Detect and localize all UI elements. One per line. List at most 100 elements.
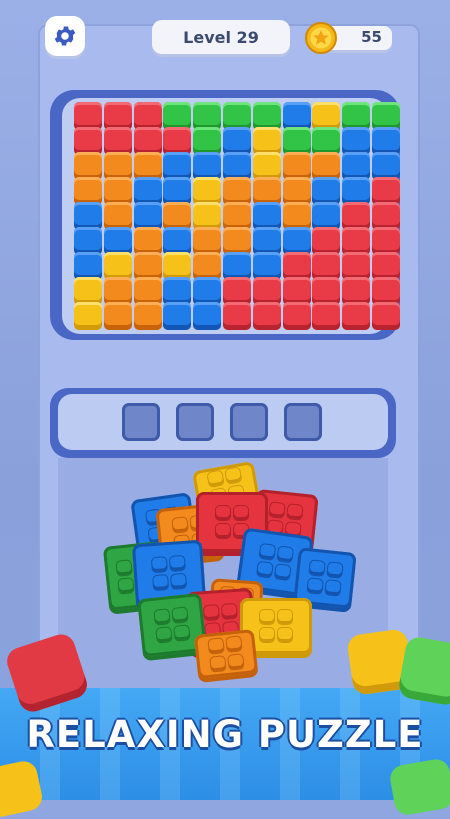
block-red (252, 277, 281, 305)
block-blue (252, 202, 281, 230)
slot-4[interactable] (284, 403, 322, 441)
block-red (372, 227, 400, 255)
piece-knob (259, 543, 276, 560)
block-orange (103, 177, 132, 205)
block-red (342, 202, 371, 230)
gear-icon (54, 26, 76, 46)
slot-3[interactable] (230, 403, 268, 441)
block-red (223, 302, 251, 330)
block-orange (103, 302, 132, 330)
block-blue (133, 177, 162, 205)
block-blue (342, 177, 371, 205)
block-yellow (193, 177, 222, 205)
block-orange (103, 202, 132, 230)
block-green (342, 102, 371, 130)
block-blue (74, 202, 102, 230)
block-red (342, 302, 371, 330)
block-orange (223, 177, 251, 205)
block-blue (74, 252, 102, 280)
block-green (223, 102, 251, 130)
puzzle-piece-orange[interactable] (193, 628, 259, 680)
block-red (103, 102, 132, 130)
piece-knob (277, 546, 294, 563)
block-red (342, 252, 371, 280)
block-orange (133, 152, 162, 180)
block-orange (282, 202, 311, 230)
block-blue (312, 202, 341, 230)
piece-knob (116, 560, 132, 576)
block-yellow (252, 127, 281, 155)
block-orange (252, 177, 281, 205)
block-blue (163, 177, 192, 205)
block-red (342, 277, 371, 305)
block-red (252, 302, 281, 330)
settings-button[interactable] (45, 16, 85, 56)
block-orange (223, 202, 251, 230)
block-orange (133, 227, 162, 255)
block-green (312, 127, 341, 155)
coin-count: 55 (361, 28, 382, 46)
block-green (163, 102, 192, 130)
block-orange (223, 227, 251, 255)
block-red (163, 127, 192, 155)
block-orange (133, 252, 162, 280)
block-blue (223, 152, 251, 180)
block-yellow (252, 152, 281, 180)
block-yellow (74, 277, 102, 305)
block-blue (223, 127, 251, 155)
piece-knob (156, 627, 172, 643)
level-indicator: Level 29 (152, 20, 290, 54)
block-red (74, 127, 102, 155)
piece-knob (278, 610, 292, 624)
block-yellow (103, 252, 132, 280)
slot-1[interactable] (122, 403, 160, 441)
block-blue (163, 277, 192, 305)
deco-green-cube (397, 635, 450, 707)
block-blue (282, 227, 311, 255)
block-blue (163, 152, 192, 180)
piece-knob (210, 656, 226, 672)
piece-knob (256, 561, 273, 578)
block-orange (163, 202, 192, 230)
block-green (193, 127, 222, 155)
block-red (282, 252, 311, 280)
block-yellow (163, 252, 192, 280)
block-blue (312, 177, 341, 205)
block-blue (133, 202, 162, 230)
block-red (312, 277, 341, 305)
block-yellow (74, 302, 102, 330)
block-blue (342, 127, 371, 155)
piece-knob (309, 560, 325, 576)
block-orange (103, 152, 132, 180)
piece-knob (216, 506, 230, 520)
block-blue (372, 152, 400, 180)
block-red (133, 102, 162, 130)
block-red (282, 302, 311, 330)
deco-green-cube-bottom (388, 757, 450, 817)
block-orange (103, 277, 132, 305)
block-green (282, 127, 311, 155)
piece-knob (172, 607, 188, 623)
piece-knob (174, 625, 190, 641)
piece-knob (169, 555, 185, 571)
block-blue (372, 127, 400, 155)
piece-knob (278, 628, 292, 642)
piece-knob (118, 578, 134, 594)
block-red (103, 127, 132, 155)
block-blue (252, 227, 281, 255)
block-red (312, 302, 341, 330)
piece-knob (274, 564, 291, 581)
block-blue (193, 152, 222, 180)
block-green (372, 102, 400, 130)
block-orange (312, 152, 341, 180)
block-red (312, 227, 341, 255)
block-blue (342, 152, 371, 180)
block-blue (103, 227, 132, 255)
slot-tray (58, 394, 388, 450)
block-orange (133, 277, 162, 305)
slot-2[interactable] (176, 403, 214, 441)
piece-stack (100, 460, 357, 682)
block-blue (74, 227, 102, 255)
piece-knob (207, 470, 224, 487)
piece-knob (234, 506, 248, 520)
